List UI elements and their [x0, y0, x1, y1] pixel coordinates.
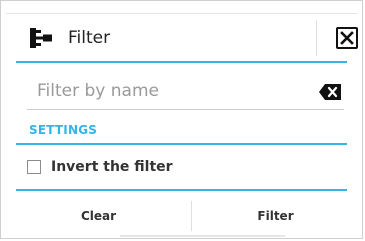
- invert-filter-option[interactable]: Invert the filter: [27, 156, 173, 178]
- footer-accent-line: [16, 189, 347, 191]
- header-accent-line: [16, 61, 347, 63]
- settings-accent-line: [16, 143, 347, 145]
- search-underline: [27, 109, 344, 110]
- hierarchy-icon: [30, 28, 52, 48]
- search-row: [27, 75, 344, 111]
- invert-filter-checkbox[interactable]: [27, 160, 41, 174]
- section-label-settings: SETTINGS: [29, 123, 98, 137]
- filter-dialog: Filter SETTINGS Invert the filter Clear …: [0, 0, 363, 239]
- header-divider: [316, 20, 317, 56]
- close-icon: [340, 31, 354, 45]
- close-button[interactable]: [336, 27, 358, 49]
- filter-button[interactable]: Filter: [192, 195, 359, 237]
- backspace-clear-icon[interactable]: [319, 84, 341, 100]
- dialog-title: Filter: [68, 28, 111, 48]
- filter-name-input[interactable]: [27, 75, 317, 107]
- footer-bottom-shadow: [120, 235, 285, 237]
- clear-button[interactable]: Clear: [6, 195, 191, 237]
- invert-filter-label: Invert the filter: [51, 159, 173, 175]
- dialog-footer: Clear Filter: [6, 195, 357, 237]
- dialog-header: Filter: [6, 13, 358, 62]
